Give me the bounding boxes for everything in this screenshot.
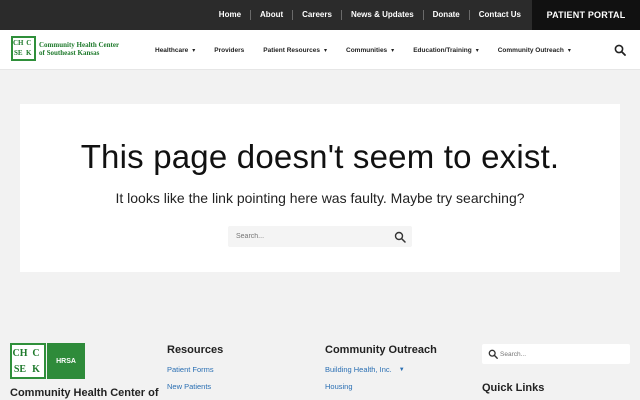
page-title: This page doesn't seem to exist. bbox=[80, 138, 560, 175]
footer-resources: Resources Patient Forms New Patients bbox=[167, 344, 223, 399]
top-nav-news[interactable]: News & Updates bbox=[342, 10, 424, 20]
nav-label: Patient Resources bbox=[263, 46, 320, 54]
footer-resources-title: Resources bbox=[167, 344, 224, 356]
search-icon[interactable] bbox=[614, 44, 626, 56]
footer-logo-letters-1: CH bbox=[12, 347, 28, 359]
footer-search-form bbox=[482, 344, 630, 364]
nav-patient-resources[interactable]: Patient Resources ▾ bbox=[263, 47, 327, 54]
chevron-down-icon: ▾ bbox=[391, 47, 395, 54]
top-nav-donate[interactable]: Donate bbox=[424, 10, 470, 20]
chevron-down-icon: ▾ bbox=[567, 47, 571, 54]
footer-link-patient-forms[interactable]: Patient Forms bbox=[167, 365, 223, 374]
top-nav-about[interactable]: About bbox=[251, 10, 294, 20]
footer-logo-mark[interactable]: CH C SE K bbox=[10, 343, 46, 379]
search-submit-icon[interactable] bbox=[394, 231, 406, 243]
footer-logo-letters-4: K bbox=[32, 363, 40, 375]
logo-line-1: Community Health Center bbox=[39, 40, 120, 49]
footer-link-label: Building Health, Inc. bbox=[325, 365, 392, 374]
footer-logos: CH C SE K HRSA bbox=[10, 343, 85, 379]
logo-letters-2: C bbox=[26, 38, 32, 47]
footer-link-new-patients[interactable]: New Patients bbox=[167, 382, 223, 391]
site-footer: CH C SE K HRSA Community Health Center o… bbox=[0, 310, 640, 400]
chevron-down-icon: ▾ bbox=[323, 47, 327, 54]
footer-logo-letters-3: SE bbox=[13, 363, 27, 375]
patient-portal-button[interactable]: PATIENT PORTAL bbox=[532, 0, 640, 30]
footer-logo-letters-2: C bbox=[32, 347, 40, 359]
top-nav: Home About Careers News & Updates Donate… bbox=[210, 0, 530, 30]
logo-line-2: of Southeast Kansas bbox=[39, 48, 100, 57]
logo-mark: CH C SE K bbox=[11, 36, 36, 61]
footer-outreach-title: Community Outreach bbox=[325, 344, 437, 356]
top-nav-careers[interactable]: Careers bbox=[293, 10, 342, 20]
not-found-card: This page doesn't seem to exist. It look… bbox=[20, 104, 620, 272]
nav-healthcare[interactable]: Healthcare ▾ bbox=[155, 47, 195, 54]
nav-community-outreach[interactable]: Community Outreach ▾ bbox=[498, 47, 571, 54]
nav-communities[interactable]: Communities ▾ bbox=[346, 47, 394, 54]
main-nav: Healthcare ▾ Providers Patient Resources… bbox=[155, 30, 590, 70]
nav-label: Healthcare bbox=[155, 46, 189, 54]
footer-link-label: Housing bbox=[325, 382, 353, 391]
footer-search-input[interactable] bbox=[498, 344, 626, 364]
hrsa-logo: HRSA bbox=[47, 343, 85, 379]
top-bar: Home About Careers News & Updates Donate… bbox=[0, 0, 640, 30]
search-form bbox=[228, 226, 412, 247]
nav-label: Community Outreach bbox=[497, 46, 564, 54]
nav-label: Providers bbox=[214, 46, 245, 54]
chevron-down-icon: ▾ bbox=[192, 47, 196, 54]
footer-org-name: Community Health Center of bbox=[10, 387, 159, 399]
nav-label: Communities bbox=[346, 46, 388, 54]
search-icon[interactable] bbox=[488, 349, 498, 359]
top-nav-home[interactable]: Home bbox=[210, 10, 252, 20]
search-input[interactable] bbox=[228, 226, 388, 247]
logo-letters-1: CH bbox=[13, 38, 24, 47]
footer-link-housing[interactable]: Housing bbox=[325, 382, 437, 391]
logo-letters-3: SE bbox=[13, 49, 23, 58]
logo-letters-4: K bbox=[26, 49, 32, 58]
caret-down-icon[interactable]: ▼ bbox=[399, 367, 405, 373]
footer-outreach: Community Outreach Building Health, Inc.… bbox=[325, 344, 437, 399]
nav-education-training[interactable]: Education/Training ▾ bbox=[413, 47, 479, 54]
chevron-down-icon: ▾ bbox=[475, 47, 479, 54]
footer-quick-links-title: Quick Links bbox=[482, 382, 545, 394]
nav-label: Education/Training bbox=[413, 46, 472, 54]
footer-link-building-health[interactable]: Building Health, Inc. ▼ bbox=[325, 365, 437, 374]
top-nav-contact[interactable]: Contact Us bbox=[470, 10, 530, 20]
page-subtext: It looks like the link pointing here was… bbox=[115, 190, 525, 206]
site-header: CH C SE K Community Health Center of Sou… bbox=[0, 30, 640, 70]
site-logo[interactable]: CH C SE K Community Health Center of Sou… bbox=[11, 36, 119, 61]
nav-providers[interactable]: Providers bbox=[214, 47, 244, 54]
logo-wordmark: Community Health Center of Southeast Kan… bbox=[39, 41, 119, 57]
